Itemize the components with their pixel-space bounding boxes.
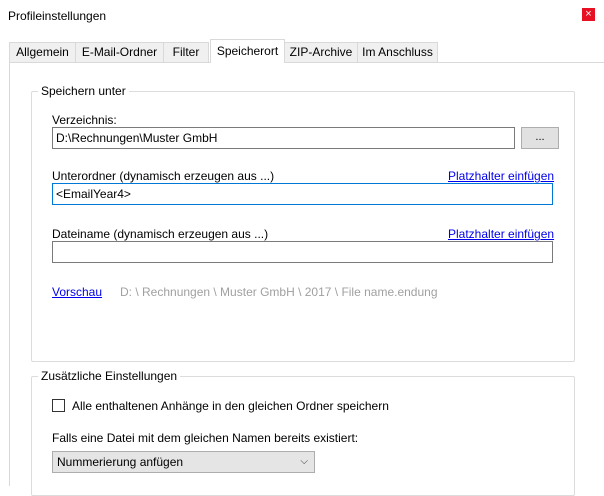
tab-email-ordner[interactable]: E-Mail-Ordner [75,42,164,62]
close-icon[interactable]: × [582,8,595,21]
file-exists-select-value: Nummerierung anfügen [57,455,184,469]
save-group-legend: Speichern unter [38,84,129,98]
filename-placeholder-link[interactable]: Platzhalter einfügen [448,227,554,241]
file-exists-select[interactable]: Nummerierung anfügen ⌵ [52,451,315,473]
filename-label: Dateiname (dynamisch erzeugen aus ...) [52,227,269,241]
subfolder-input[interactable]: <EmailYear4> [52,183,553,205]
subfolder-label: Unterordner (dynamisch erzeugen aus ...) [52,169,275,183]
extra-group-legend: Zusätzliche Einstellungen [38,369,181,383]
directory-label: Verzeichnis: [52,113,117,127]
chevron-down-icon: ⌵ [300,456,308,467]
title-bar: Profileinstellungen × [0,0,604,32]
same-folder-checkbox-label[interactable]: Alle enthaltenen Anhänge in den gleichen… [72,399,389,413]
preview-path: D: \ Rechnungen \ Muster GmbH \ 2017 \ F… [120,285,438,299]
preview-link[interactable]: Vorschau [52,285,102,299]
same-folder-checkbox[interactable] [52,399,65,412]
directory-input[interactable]: D:\Rechnungen\Muster GmbH [52,127,515,149]
tab-zip-archive[interactable]: ZIP-Archive [284,42,358,62]
browse-button[interactable]: ... [521,127,559,149]
file-exists-label: Falls eine Datei mit dem gleichen Namen … [52,431,359,445]
tab-im-anschluss[interactable]: Im Anschluss [357,42,438,62]
tab-speicherort[interactable]: Speicherort [210,39,285,63]
window-title: Profileinstellungen [8,9,107,23]
subfolder-placeholder-link[interactable]: Platzhalter einfügen [448,169,554,183]
tab-strip: Allgemein E-Mail-Ordner Filter Speichero… [0,39,604,63]
tab-filter[interactable]: Filter [163,42,209,62]
filename-input[interactable] [52,241,553,263]
tab-panel-speicherort: Speichern unter Verzeichnis: D:\Rechnung… [9,62,604,496]
tab-allgemein[interactable]: Allgemein [9,42,76,62]
